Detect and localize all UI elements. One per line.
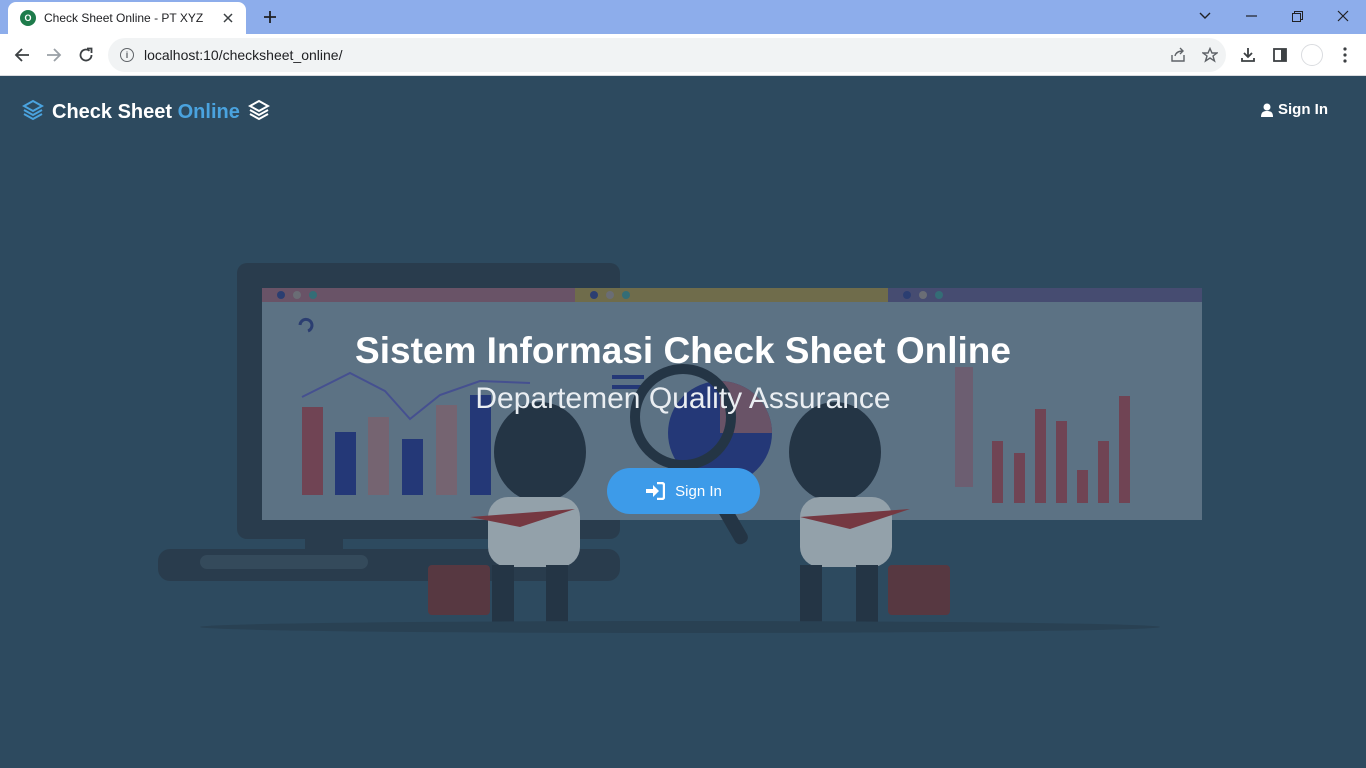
restore-icon[interactable] [1283, 4, 1311, 28]
download-icon[interactable] [1234, 41, 1262, 69]
brand-logo[interactable]: Check Sheet Online [21, 99, 270, 126]
user-icon [1261, 103, 1273, 117]
menu-kebab-icon[interactable] [1331, 41, 1359, 69]
brand-main-text: Check Sheet [52, 101, 173, 123]
landing-page: Check Sheet Online Sign In Sistem Inform… [0, 77, 1366, 768]
brand-accent-text: Online [177, 101, 240, 123]
hero-title: Sistem Informasi Check Sheet Online [355, 330, 1011, 371]
navbar-signin-label: Sign In [1278, 101, 1328, 118]
window-close-icon[interactable] [1329, 4, 1357, 28]
reload-icon[interactable] [72, 41, 100, 69]
site-info-icon[interactable]: i [120, 48, 134, 62]
favicon-icon: O [20, 10, 36, 26]
browser-toolbar: i localhost:10/checksheet_online/ [0, 34, 1366, 76]
bookmark-star-icon[interactable] [1194, 39, 1226, 71]
hero-signin-label: Sign In [675, 482, 722, 500]
share-icon[interactable] [1162, 39, 1194, 71]
address-bar[interactable]: i localhost:10/checksheet_online/ [108, 38, 1226, 72]
new-tab-plus-icon[interactable] [258, 5, 282, 29]
minimize-icon[interactable] [1237, 4, 1265, 28]
side-panel-icon[interactable] [1266, 41, 1294, 69]
tab-search-chevron-down-icon[interactable] [1191, 4, 1219, 28]
forward-icon[interactable] [40, 41, 68, 69]
hero-subtitle: Departemen Quality Assurance [475, 382, 891, 415]
hero-signin-button[interactable]: Sign In [607, 468, 760, 514]
layers-icon [21, 99, 45, 126]
business-analytics-illustration [158, 263, 1202, 633]
profile-avatar[interactable] [1301, 44, 1323, 66]
sign-in-icon [646, 482, 666, 500]
tab-title: Check Sheet Online - PT XYZ [44, 11, 204, 25]
tab-close-icon[interactable] [220, 10, 236, 26]
layers-outline-icon [247, 99, 270, 126]
url-text[interactable]: localhost:10/checksheet_online/ [144, 47, 1162, 63]
browser-tab[interactable]: O Check Sheet Online - PT XYZ [8, 2, 246, 34]
back-icon[interactable] [8, 41, 36, 69]
browser-tab-strip: O Check Sheet Online - PT XYZ [0, 0, 1366, 34]
navbar-signin-link[interactable]: Sign In [1261, 101, 1328, 118]
brand-name: Check Sheet Online [52, 101, 240, 124]
